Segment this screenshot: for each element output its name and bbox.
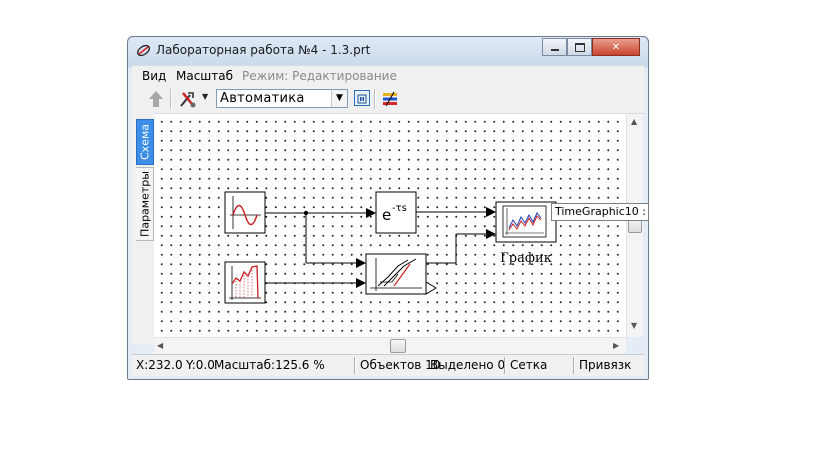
dropdown-arrow-icon[interactable]: ▼ [202, 92, 208, 101]
nonlinear-block[interactable] [365, 253, 437, 295]
toolbar-separator [374, 89, 376, 109]
side-tab-strip: Схема Параметры [132, 113, 154, 345]
menu-view[interactable]: Вид [142, 69, 166, 83]
toolbar-separator [170, 89, 172, 109]
mode-indicator: Режим: Редактирование [242, 69, 397, 83]
scroll-right-arrow[interactable]: ▶ [613, 341, 619, 350]
scroll-up-arrow[interactable]: ▲ [631, 117, 637, 126]
scroll-left-arrow[interactable]: ◀ [157, 341, 163, 350]
maximize-icon [574, 42, 585, 52]
random-signal-block[interactable] [224, 261, 266, 304]
junction-dot [303, 210, 309, 216]
layers-icon[interactable] [382, 91, 398, 107]
horizontal-scrollbar[interactable]: ◀ ▶ [154, 337, 626, 354]
scroll-down-arrow[interactable]: ▼ [631, 321, 637, 330]
status-scale: Масштаб:125.6 % [214, 358, 325, 372]
combo-dropdown-arrow[interactable]: ▼ [331, 90, 347, 107]
close-icon: ✕ [611, 41, 621, 53]
minimize-icon [550, 49, 559, 51]
diagram-svg: e -τs График [224, 191, 557, 304]
pause-icon [357, 94, 367, 104]
graph-label: График [500, 251, 552, 266]
app-logo-icon [137, 44, 150, 57]
title-bar[interactable]: Лабораторная работа №4 - 1.3.prt ✕ [128, 37, 648, 63]
graph-block[interactable]: График [495, 201, 557, 266]
maximize-button[interactable] [567, 38, 592, 56]
tab-schema[interactable]: Схема [136, 119, 154, 165]
status-y: Y:0.0 [186, 358, 215, 372]
close-button[interactable]: ✕ [592, 38, 640, 56]
sine-generator-block[interactable] [224, 191, 266, 234]
status-objects: Объектов 10 [360, 358, 441, 372]
tools-icon[interactable] [178, 90, 198, 109]
status-x: X:232.0 [136, 358, 183, 372]
delay-block-base: e [382, 206, 391, 224]
horizontal-scroll-thumb[interactable] [390, 339, 406, 353]
menu-bar: Вид Масштаб Режим: Редактирование [132, 65, 644, 87]
delay-block-exponent: -τs [392, 203, 407, 214]
mode-combobox[interactable]: Автоматика ▼ [216, 89, 348, 108]
status-grid[interactable]: Сетка [510, 358, 547, 372]
status-bar: X:232.0 Y:0.0 Масштаб:125.6 % Объектов 1… [132, 354, 644, 376]
delay-block[interactable]: e -τs [375, 191, 417, 234]
pause-button[interactable] [354, 90, 370, 106]
status-selected: Выделено 0 [430, 358, 506, 372]
combo-value: Автоматика [220, 91, 305, 106]
tab-parameters[interactable]: Параметры [136, 167, 154, 241]
toolbar: ▼ Автоматика ▼ [132, 86, 644, 114]
status-snap[interactable]: Привязк [579, 358, 631, 372]
up-arrow-icon[interactable] [148, 90, 164, 108]
vertical-scrollbar[interactable]: ▲ ▼ [626, 114, 643, 337]
window-title: Лабораторная работа №4 - 1.3.prt [156, 43, 371, 57]
block-tooltip: TimeGraphic10 : B [551, 203, 649, 221]
schema-canvas[interactable]: e -τs График [154, 114, 626, 337]
minimize-button[interactable] [542, 38, 567, 56]
menu-scale[interactable]: Масштаб [176, 69, 233, 83]
